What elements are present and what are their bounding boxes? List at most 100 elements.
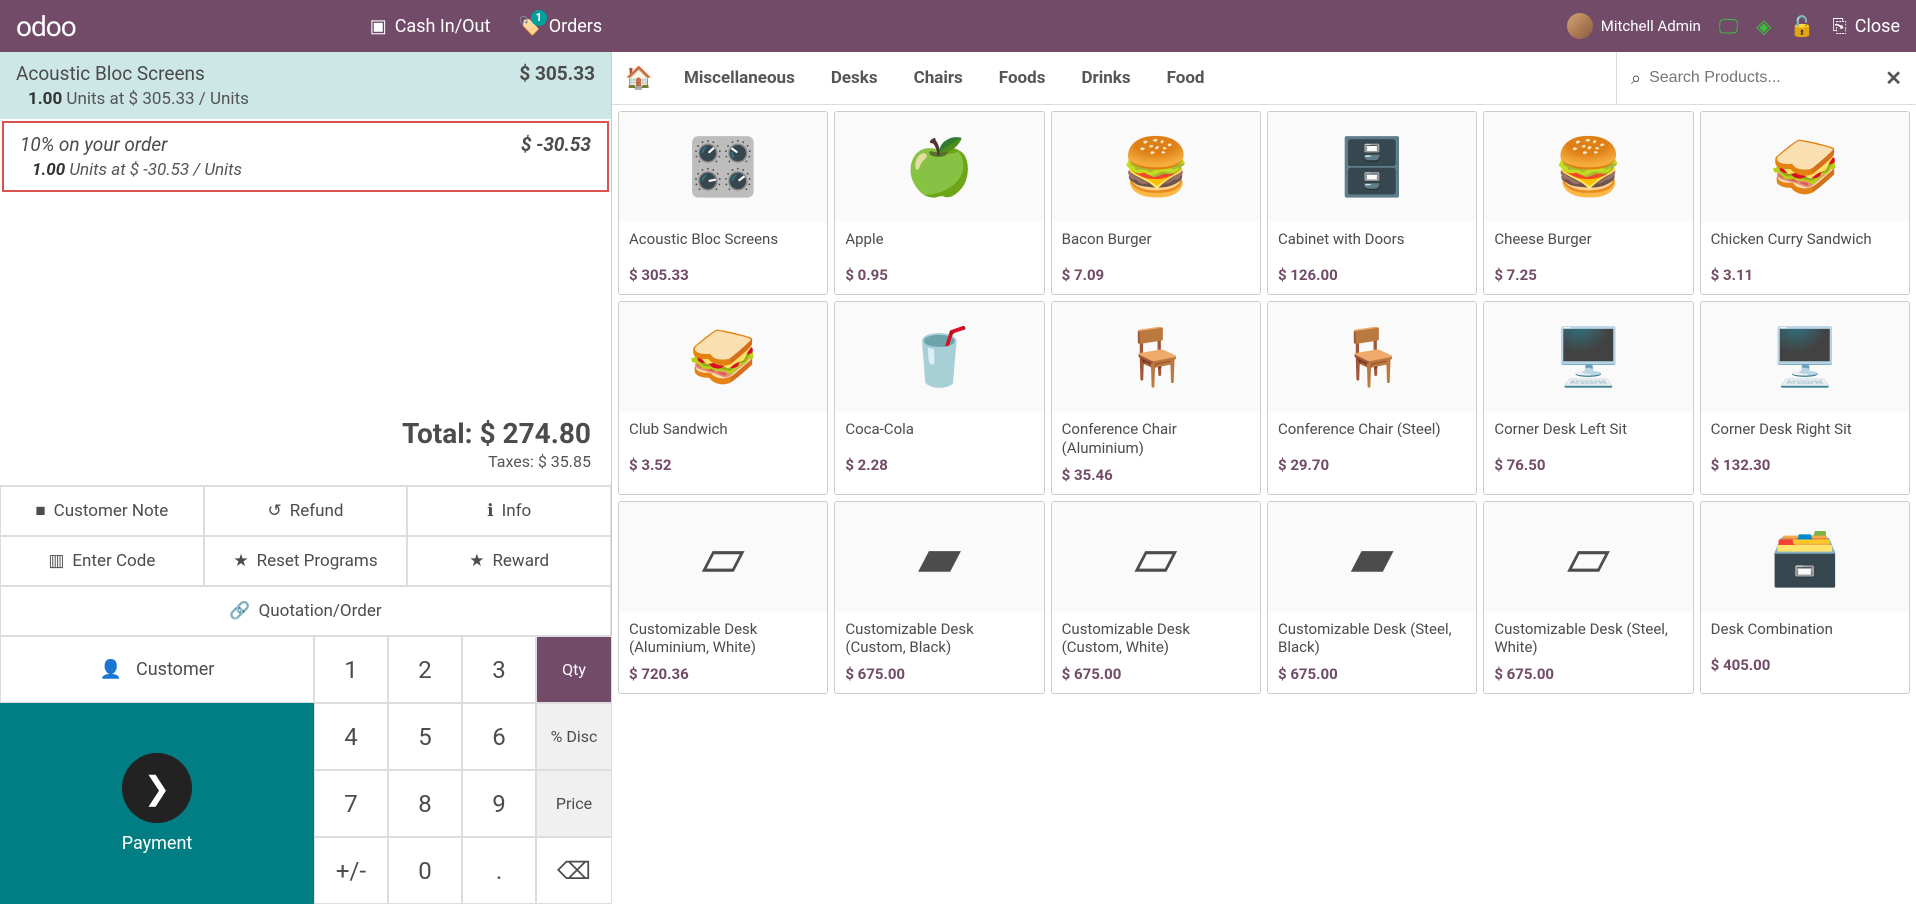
- product-name: Club Sandwich: [629, 420, 817, 439]
- product-name: Customizable Desk (Steel, White): [1494, 620, 1682, 658]
- user-name: Mitchell Admin: [1601, 17, 1701, 35]
- product-price: $ 3.11: [1711, 266, 1899, 284]
- mode-disc[interactable]: % Disc: [536, 703, 612, 770]
- product-image: 🪑: [1052, 302, 1260, 412]
- payment-label: Payment: [122, 833, 193, 854]
- orderline-unit-info: Units at $ -30.53 / Units: [69, 160, 242, 180]
- customer-note-button[interactable]: ■Customer Note: [0, 486, 204, 536]
- payment-button[interactable]: ❯ Payment: [0, 703, 314, 904]
- user-chip[interactable]: Mitchell Admin: [1567, 13, 1701, 39]
- product-card[interactable]: 🖥️Corner Desk Left Sit$ 76.50: [1483, 301, 1693, 495]
- customer-button[interactable]: 👤Customer: [0, 636, 314, 703]
- num-8[interactable]: 8: [388, 770, 462, 837]
- enter-code-button[interactable]: ▥Enter Code: [0, 536, 204, 586]
- product-card[interactable]: 🥪Club Sandwich$ 3.52: [618, 301, 828, 495]
- product-name: Cheese Burger: [1494, 230, 1682, 249]
- num-0[interactable]: 0: [388, 837, 462, 904]
- product-card[interactable]: ▱ Customizable Desk (Steel, White) $ 675.0…: [1483, 501, 1693, 695]
- info-button[interactable]: ℹInfo: [407, 486, 611, 536]
- product-card[interactable]: 🗄️Cabinet with Doors$ 126.00: [1267, 111, 1477, 295]
- product-card[interactable]: 🥤Coca-Cola$ 2.28: [834, 301, 1044, 495]
- product-card[interactable]: ▰Customizable Desk (Custom, Black)$ 675.…: [834, 501, 1044, 695]
- num-plus-minus[interactable]: +/-: [314, 837, 388, 904]
- num-2[interactable]: 2: [388, 636, 462, 703]
- product-name: Apple: [845, 230, 1033, 249]
- reset-programs-button[interactable]: ★Reset Programs: [204, 536, 408, 586]
- search-input[interactable]: [1649, 69, 1885, 87]
- close-button[interactable]: ⎘ Close: [1832, 12, 1900, 41]
- num-7[interactable]: 7: [314, 770, 388, 837]
- refund-button[interactable]: ↺ Refund: [204, 486, 408, 536]
- product-card[interactable]: 🍔Bacon Burger$ 7.09: [1051, 111, 1261, 295]
- tag-icon: 🏷️1: [518, 16, 540, 37]
- category-food[interactable]: Food: [1149, 68, 1223, 88]
- category-drinks[interactable]: Drinks: [1063, 68, 1148, 88]
- taxes-label: Taxes:: [488, 452, 534, 471]
- category-chairs[interactable]: Chairs: [896, 68, 981, 88]
- product-image: ▰: [835, 502, 1043, 612]
- orders-button[interactable]: 🏷️1 Orders: [504, 8, 616, 45]
- undo-icon: ↺: [267, 501, 281, 521]
- product-name: Conference Chair (Steel): [1278, 420, 1466, 439]
- product-name: Customizable Desk (Aluminium, White): [629, 620, 817, 658]
- order-line[interactable]: Acoustic Bloc Screens$ 305.331.00 Units …: [0, 52, 611, 119]
- category-miscellaneous[interactable]: Miscellaneous: [666, 68, 813, 88]
- mode-qty[interactable]: Qty: [536, 636, 612, 703]
- cash-in-out-button[interactable]: ▣ Cash In/Out: [356, 8, 505, 45]
- mode-price[interactable]: Price: [536, 770, 612, 837]
- avatar: [1567, 13, 1593, 39]
- logo: odoo: [16, 10, 76, 43]
- product-card[interactable]: 🪑Conference Chair (Aluminium)$ 35.46: [1051, 301, 1261, 495]
- product-image: ▱: [1484, 502, 1692, 612]
- cash-label: Cash In/Out: [395, 16, 491, 37]
- category-foods[interactable]: Foods: [981, 68, 1064, 88]
- product-card[interactable]: 🖥️Corner Desk Right Sit$ 132.30: [1700, 301, 1910, 495]
- link-icon: 🔗: [229, 601, 250, 621]
- product-price: $ 0.95: [845, 266, 1033, 284]
- product-price: $ 405.00: [1711, 656, 1899, 674]
- num-6[interactable]: 6: [462, 703, 536, 770]
- product-price: $ 35.46: [1062, 466, 1250, 484]
- product-card[interactable]: ▱Customizable Desk (Custom, White)$ 675.…: [1051, 501, 1261, 695]
- product-card[interactable]: 🍏Apple$ 0.95: [834, 111, 1044, 295]
- product-card[interactable]: 🍔Cheese Burger$ 7.25: [1483, 111, 1693, 295]
- reward-button[interactable]: ★Reward: [407, 536, 611, 586]
- num-9[interactable]: 9: [462, 770, 536, 837]
- product-card[interactable]: ▱Customizable Desk (Aluminium, White)$ 7…: [618, 501, 828, 695]
- product-price: $ 675.00: [1278, 665, 1466, 683]
- orderline-qty: 1.00: [28, 89, 62, 109]
- total-label: Total:: [402, 417, 473, 450]
- product-price: $ 29.70: [1278, 456, 1466, 474]
- quotation-order-button[interactable]: 🔗Quotation/Order: [0, 586, 611, 636]
- product-card[interactable]: 🗃️Desk Combination$ 405.00: [1700, 501, 1910, 695]
- unlock-icon[interactable]: 🔓: [1789, 14, 1814, 38]
- monitor-icon[interactable]: 🖵: [1719, 14, 1738, 38]
- product-card[interactable]: ▰ Customizable Desk (Steel, Black) $ 675.0…: [1267, 501, 1477, 695]
- num-1[interactable]: 1: [314, 636, 388, 703]
- product-name: Customizable Desk (Steel, Black): [1278, 620, 1466, 658]
- reset-programs-label: Reset Programs: [257, 551, 378, 571]
- refund-label: Refund: [290, 501, 344, 521]
- category-desks[interactable]: Desks: [813, 68, 896, 88]
- product-image: ▱: [619, 502, 827, 612]
- num-4[interactable]: 4: [314, 703, 388, 770]
- product-image: ▱: [1052, 502, 1260, 612]
- search-box: ⌕ ✕: [1616, 52, 1916, 104]
- num-dot[interactable]: .: [462, 837, 536, 904]
- product-card[interactable]: 🪑Conference Chair (Steel)$ 29.70: [1267, 301, 1477, 495]
- num-5[interactable]: 5: [388, 703, 462, 770]
- product-name: Chicken Curry Sandwich: [1711, 230, 1899, 249]
- product-name: Corner Desk Right Sit: [1711, 420, 1899, 439]
- num-3[interactable]: 3: [462, 636, 536, 703]
- order-line[interactable]: 10% on your order$ -30.531.00 Units at $…: [2, 121, 609, 192]
- product-image: ▰: [1268, 502, 1476, 612]
- product-card[interactable]: 🎛️Acoustic Bloc Screens$ 305.33: [618, 111, 828, 295]
- order-panel: Acoustic Bloc Screens$ 305.331.00 Units …: [0, 52, 612, 904]
- wifi-icon[interactable]: ◈: [1756, 14, 1771, 38]
- product-image: 🗄️: [1268, 112, 1476, 222]
- product-price: $ 675.00: [1494, 665, 1682, 683]
- home-button[interactable]: 🏠: [612, 66, 666, 91]
- product-card[interactable]: 🥪Chicken Curry Sandwich$ 3.11: [1700, 111, 1910, 295]
- clear-search-button[interactable]: ✕: [1885, 66, 1902, 90]
- backspace-button[interactable]: ⌫: [536, 837, 612, 904]
